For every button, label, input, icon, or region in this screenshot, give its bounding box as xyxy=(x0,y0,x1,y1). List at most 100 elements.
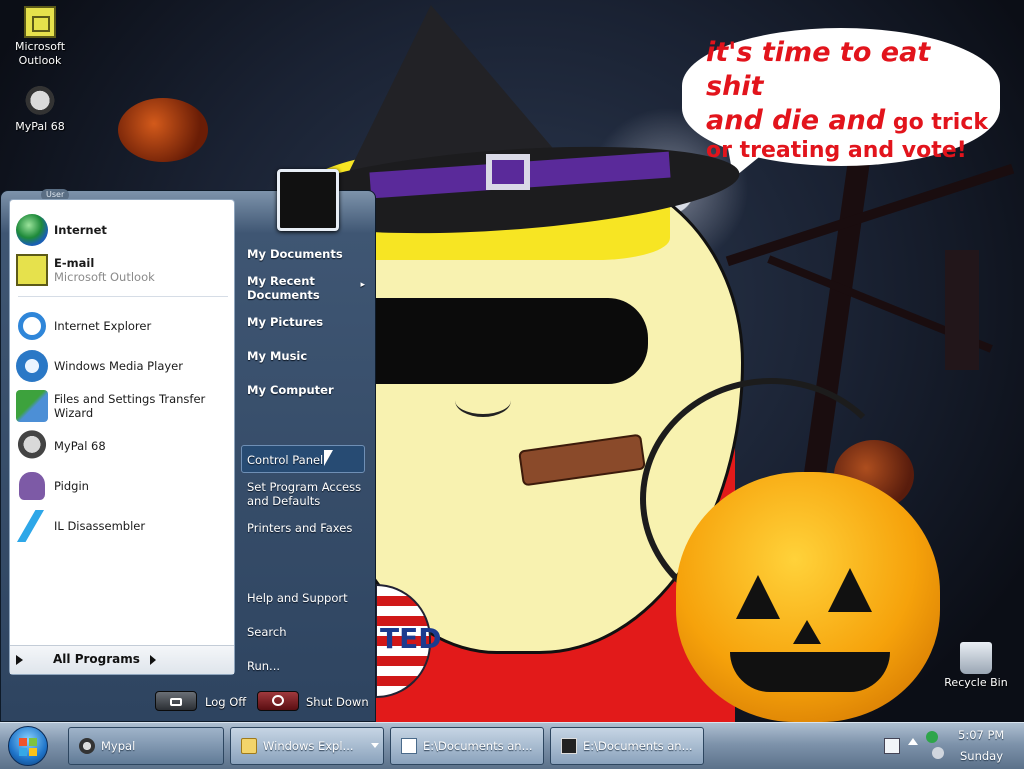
chevron-right-icon: ▸ xyxy=(360,280,365,290)
link-my-pictures[interactable]: My Pictures xyxy=(247,315,371,329)
sunglasses xyxy=(368,298,648,384)
power-icon xyxy=(272,695,284,706)
task-label: Mypal xyxy=(101,739,136,753)
raccoon-icon xyxy=(24,86,56,118)
keyboard-icon[interactable] xyxy=(884,738,900,754)
windows-logo-icon xyxy=(19,748,27,756)
link-my-recent-documents[interactable]: My Recent Documents ▸ xyxy=(247,274,371,302)
chevron-right-icon xyxy=(150,655,156,665)
link-help-and-support[interactable]: Help and Support xyxy=(247,591,371,605)
user-avatar[interactable] xyxy=(277,169,339,231)
desktop-icon-label: Microsoft Outlook xyxy=(14,40,66,67)
pumpkin-eye xyxy=(736,575,780,619)
windows-logo-icon xyxy=(29,738,37,746)
chevron-down-icon xyxy=(371,743,379,748)
vote-badge-text: TED xyxy=(380,622,442,655)
church-steeple xyxy=(945,250,979,370)
menu-separator xyxy=(18,296,228,297)
character-smile xyxy=(455,384,511,417)
link-run[interactable]: Run... xyxy=(247,659,371,673)
link-set-program-access[interactable]: Set Program Access and Defaults xyxy=(247,480,371,508)
menu-item-pidgin[interactable]: Pidgin xyxy=(16,468,232,504)
menu-item-windows-media-player[interactable]: Windows Media Player xyxy=(16,348,232,384)
taskbar-button-notepad[interactable]: E:\Documents an... xyxy=(390,727,544,765)
background-pumpkin xyxy=(118,98,208,162)
task-label: Windows Expl... xyxy=(263,739,354,753)
menu-item-label: Files and Settings Transfer Wizard xyxy=(54,392,206,420)
internet-explorer-icon xyxy=(18,312,46,340)
speech-line-2b: go trick xyxy=(885,109,988,135)
menu-item-label: Internet xyxy=(54,223,107,237)
desktop-icon-outlook[interactable]: Microsoft Outlook xyxy=(0,6,80,68)
outlook-icon xyxy=(24,6,56,38)
taskbar-button-mypal[interactable]: Mypal xyxy=(68,727,224,765)
menu-item-internet-explorer[interactable]: Internet Explorer xyxy=(16,308,232,344)
folder-icon xyxy=(241,738,257,754)
log-off-button[interactable] xyxy=(155,691,197,711)
taskbar: Mypal Windows Expl... E:\Documents an...… xyxy=(0,722,1024,769)
speech-line-2a: and die and xyxy=(706,104,886,136)
shut-down-button[interactable] xyxy=(257,691,299,711)
volume-icon[interactable] xyxy=(932,747,944,759)
pumpkin-eye xyxy=(828,568,872,612)
link-search[interactable]: Search xyxy=(247,625,371,639)
all-programs-button[interactable]: All Programs xyxy=(10,645,234,674)
link-my-computer[interactable]: My Computer xyxy=(247,383,371,397)
network-icon[interactable] xyxy=(926,731,938,743)
menu-item-il-disassembler[interactable]: IL Disassembler xyxy=(16,508,232,544)
menu-item-transfer-wizard[interactable]: Files and Settings Transfer Wizard xyxy=(16,388,232,424)
speech-bubble-text: it's time to eat shit and die and go tri… xyxy=(706,36,996,165)
taskbar-button-windows-explorer[interactable]: Windows Expl... xyxy=(230,727,384,765)
pumpkin-nose xyxy=(793,620,821,644)
start-menu: User Internet E-mail Microsoft Outlook In… xyxy=(0,169,377,722)
shut-down-label[interactable]: Shut Down xyxy=(306,695,369,709)
menu-item-label: IL Disassembler xyxy=(54,519,146,533)
chevron-up-icon[interactable] xyxy=(908,738,918,745)
menu-item-label: Internet Explorer xyxy=(54,319,152,333)
7zip-icon xyxy=(561,738,577,754)
task-label: E:\Documents an... xyxy=(423,739,533,753)
notepad-icon xyxy=(401,738,417,754)
recycle-bin-icon xyxy=(960,642,992,674)
clock-day[interactable]: Sunday xyxy=(960,749,1003,763)
desktop-icon-recycle-bin[interactable]: Recycle Bin xyxy=(936,642,1016,690)
speech-line-3: or treating and vote! xyxy=(706,138,967,164)
globe-icon xyxy=(16,214,48,246)
windows-logo-icon xyxy=(29,748,37,756)
media-player-icon xyxy=(16,350,48,382)
link-control-panel[interactable]: Control Panel xyxy=(247,453,371,467)
speech-line-1: it's time to eat shit xyxy=(706,37,931,102)
desktop-icon-label: MyPal 68 xyxy=(15,120,65,133)
link-my-documents[interactable]: My Documents xyxy=(247,247,371,261)
windows-logo-icon xyxy=(19,738,27,746)
menu-item-email[interactable]: E-mail Microsoft Outlook xyxy=(16,252,232,288)
raccoon-icon xyxy=(16,430,48,462)
desktop-icon-label: Recycle Bin xyxy=(944,676,1008,689)
transfer-wizard-icon xyxy=(16,390,48,422)
pidgin-icon xyxy=(19,472,45,500)
witch-hat-buckle xyxy=(486,154,530,190)
lightning-icon xyxy=(16,510,48,542)
menu-item-sublabel: Microsoft Outlook xyxy=(54,270,155,284)
menu-item-label: E-mail xyxy=(54,256,95,270)
start-button[interactable] xyxy=(8,726,48,766)
start-menu-programs-pane: Internet E-mail Microsoft Outlook Interne… xyxy=(9,199,235,675)
menu-item-label: Pidgin xyxy=(54,479,89,493)
link-my-music[interactable]: My Music xyxy=(247,349,371,363)
mouse-cursor-icon xyxy=(324,450,333,466)
pumpkin-mouth xyxy=(730,652,890,692)
taskbar-button-7zip[interactable]: E:\Documents an... xyxy=(550,727,704,765)
menu-item-label: MyPal 68 xyxy=(54,439,106,453)
clock-time[interactable]: 5:07 PM xyxy=(958,728,1004,742)
arrow-right-icon xyxy=(16,655,23,665)
menu-item-internet[interactable]: Internet xyxy=(16,212,232,248)
power-buttons-row: Log Off Shut Down xyxy=(1,687,377,717)
desktop-icon-mypal[interactable]: MyPal 68 xyxy=(0,86,80,134)
all-programs-label: All Programs xyxy=(53,652,140,666)
menu-item-mypal[interactable]: MyPal 68 xyxy=(16,428,232,464)
link-printers-and-faxes[interactable]: Printers and Faxes xyxy=(247,521,371,535)
menu-item-label: Windows Media Player xyxy=(54,359,183,373)
link-label: My Recent Documents xyxy=(247,274,320,302)
log-off-label[interactable]: Log Off xyxy=(205,695,246,709)
lock-icon xyxy=(170,698,182,706)
